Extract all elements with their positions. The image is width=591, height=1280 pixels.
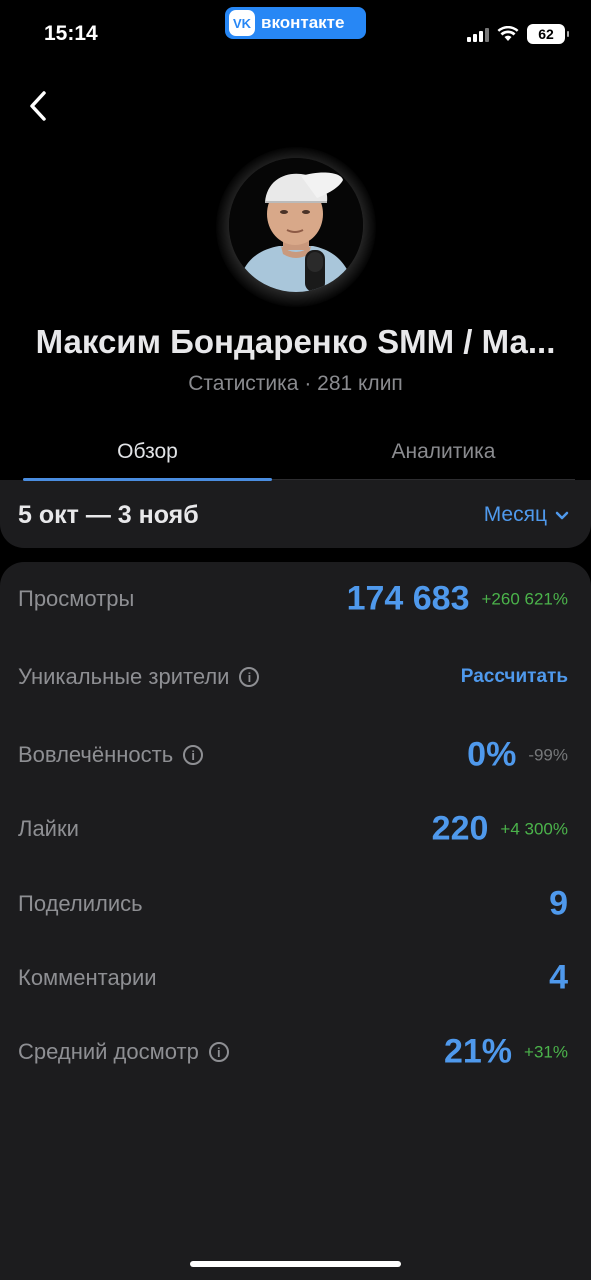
info-icon[interactable]: i — [208, 1042, 229, 1062]
info-icon[interactable]: i — [183, 745, 204, 765]
signal-icon — [467, 26, 489, 42]
info-icon[interactable]: i — [239, 667, 260, 687]
stat-delta: +31% — [524, 1042, 568, 1061]
chevron-down-icon — [555, 511, 569, 519]
calculate-button[interactable]: Рассчитать — [461, 666, 568, 688]
stat-row-avg-watch: Средний досмотр i 21% +31% — [18, 1028, 568, 1076]
stat-label: Комментарии — [18, 965, 157, 990]
app-badge-label: вконтакте — [261, 13, 345, 32]
back-arrow-icon — [30, 91, 46, 121]
stat-label: Лайки — [18, 816, 79, 841]
tab-analytics[interactable]: Аналитика — [315, 440, 572, 464]
stat-row-engagement: Вовлечённость i 0% -99% — [18, 731, 568, 779]
stat-row-views: Просмотры 174 683 +260 621% — [18, 575, 568, 623]
stat-value: 21% — [443, 1032, 513, 1071]
date-range: 5 окт — 3 нояб — [18, 501, 199, 529]
back-button[interactable] — [18, 86, 58, 126]
status-time: 15:14 — [44, 22, 98, 45]
stat-label: Просмотры — [18, 586, 135, 611]
period-dropdown[interactable]: Месяц — [484, 503, 569, 527]
stat-delta: +260 621% — [481, 589, 569, 608]
app-badge[interactable]: VK вконтакте — [225, 7, 366, 39]
stat-value: 9 — [549, 884, 568, 923]
period-dropdown-label: Месяц — [483, 503, 547, 526]
stat-label: Поделились — [18, 891, 143, 916]
active-tab-indicator — [23, 478, 272, 481]
tab-overview[interactable]: Обзор — [23, 440, 272, 464]
stat-row-unique-viewers: Уникальные зрители i Рассчитать — [18, 653, 568, 701]
stat-row-shares: Поделились 9 — [18, 880, 568, 928]
home-indicator[interactable] — [190, 1261, 401, 1267]
stat-row-comments: Комментарии 4 — [18, 954, 568, 1002]
stat-row-likes: Лайки 220 +4 300% — [18, 805, 568, 853]
wifi-icon — [497, 26, 519, 41]
stat-delta: +4 300% — [500, 819, 568, 838]
stat-value: 4 — [549, 958, 568, 997]
stat-delta: -99% — [528, 745, 568, 764]
stat-label: Вовлечённость — [18, 742, 174, 767]
page-title: Максим Бондаренко SMM / Ма... — [35, 323, 556, 360]
avatar-image — [229, 158, 363, 292]
stat-value: 0% — [467, 735, 517, 774]
page-subtitle: Статистика · 281 клип — [188, 372, 403, 395]
avatar[interactable] — [229, 158, 363, 292]
stat-value: 220 — [431, 809, 489, 848]
stat-label: Средний досмотр — [18, 1039, 199, 1064]
vk-logo-icon: VK — [229, 10, 255, 36]
battery-icon: 62 — [527, 24, 569, 44]
stat-label: Уникальные зрители — [18, 664, 230, 689]
status-indicators: 62 — [467, 24, 569, 44]
stats-card: Просмотры 174 683 +260 621% Уникальные з… — [0, 562, 591, 1280]
stat-value: 174 683 — [346, 579, 470, 618]
tab-bar: Обзор Аналитика — [23, 436, 575, 481]
